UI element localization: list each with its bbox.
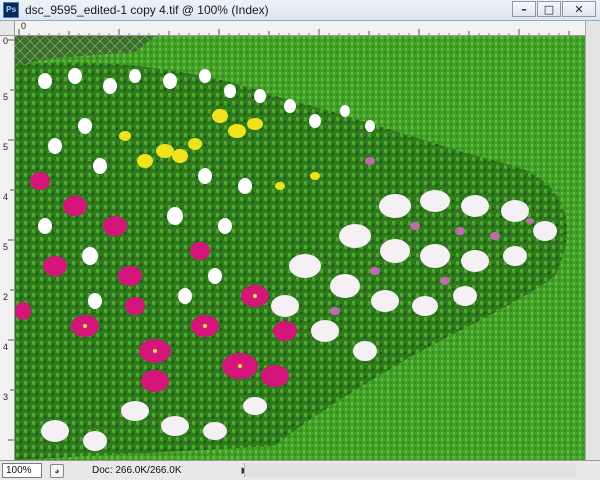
ruler-left-label-6: 4 <box>3 342 9 352</box>
status-info-icon[interactable]: ◕ <box>50 463 64 478</box>
title-bar[interactable]: Ps dsc_9595_edited-1 copy 4.tif @ 100% (… <box>0 0 600 21</box>
zoom-level-field[interactable]: 100% <box>2 463 42 478</box>
ruler-left-label-1: 5 <box>3 92 9 102</box>
window-controls: – □ ✕ <box>511 1 596 17</box>
minimize-button[interactable]: – <box>512 1 536 17</box>
maximize-button[interactable]: □ <box>537 1 561 17</box>
ruler-left-label-7: 3 <box>3 392 9 402</box>
close-button[interactable]: ✕ <box>562 1 596 17</box>
ruler-left-label-3: 4 <box>3 192 9 202</box>
flower-bed-photo <box>15 36 585 460</box>
vertical-ruler[interactable]: 0 5 5 4 5 2 4 3 <box>0 36 15 460</box>
ruler-top-origin-label: 0 <box>21 21 27 31</box>
vertical-scrollbar[interactable] <box>585 21 600 460</box>
resize-grip[interactable] <box>585 463 600 480</box>
ruler-left-label-5: 2 <box>3 292 9 302</box>
ruler-left-label-2: 5 <box>3 142 9 152</box>
horizontal-ruler-ticks <box>18 29 570 35</box>
photoshop-app-icon: Ps <box>3 2 19 18</box>
image-canvas[interactable] <box>15 36 585 460</box>
ruler-left-label-0: 0 <box>3 36 9 46</box>
horizontal-scrollbar[interactable] <box>244 463 576 477</box>
photoshop-document-window: Ps dsc_9595_edited-1 copy 4.tif @ 100% (… <box>0 0 600 480</box>
ruler-left-label-4: 5 <box>3 242 9 252</box>
horizontal-ruler[interactable]: 0 <box>15 21 585 36</box>
document-size-info: Doc: 266.0K/266.0K <box>92 465 182 476</box>
ruler-origin-corner[interactable] <box>0 21 15 36</box>
document-title: dsc_9595_edited-1 copy 4.tif @ 100% (Ind… <box>25 3 269 17</box>
